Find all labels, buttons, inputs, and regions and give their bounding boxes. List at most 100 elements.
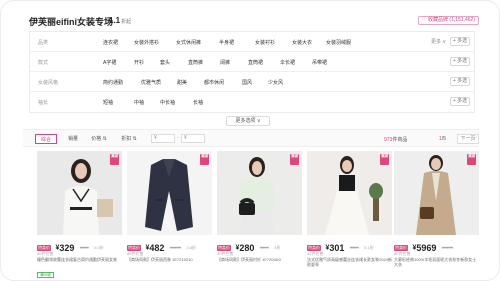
price-tag: 特卖价: [394, 244, 408, 251]
price-max-input[interactable]: ¥: [181, 134, 205, 143]
filter-option[interactable]: 甜美: [177, 79, 187, 86]
filter-option[interactable]: 女式休闲裤: [176, 39, 201, 46]
product-card[interactable]: 满减 特卖价 ¥5969 ¥9699 80件在售 大廓形经典100%羊毛双面呢大…: [394, 151, 479, 279]
price-min-input[interactable]: ¥: [151, 134, 175, 143]
filter-row-sleeve: 袖长 短袖 中袖 中长袖 长袖 + 多选: [30, 92, 474, 112]
multi-select-button[interactable]: + 多选: [450, 37, 470, 46]
multi-select-button[interactable]: + 多选: [450, 57, 470, 66]
product-card[interactable]: 满减 特卖价 ¥482 ¥1289 3.8折 80件在售 【商场同款】伊芙丽西装…: [127, 151, 212, 279]
filter-option[interactable]: 都市休闲: [204, 79, 224, 86]
promo-tag: 满减: [110, 154, 119, 165]
price-range-dash: -: [177, 135, 179, 141]
price-tag: 特卖价: [217, 244, 231, 251]
favorite-brand-button[interactable]: ♡ 收藏品牌 (1,151,462): [418, 16, 479, 25]
filter-option[interactable]: 开衫: [134, 59, 144, 66]
filter-option[interactable]: 套头: [160, 59, 170, 66]
price: 5969: [416, 242, 437, 253]
filter-option[interactable]: 半身裙: [219, 39, 234, 46]
price-line: 特卖价 ¥482 ¥1289 3.8折: [127, 239, 212, 253]
promo-tag: 满减: [200, 154, 209, 165]
price-line: 特卖价 ¥280 ¥699 4折: [217, 239, 302, 253]
product-title[interactable]: 【商场同款】伊芙丽西装 1E7219210: [127, 257, 212, 262]
sort-bar: 综合 销量 价格 ⇅ 折扣 ⇅ ¥ - ¥ 973件商品 1/5 下一页: [23, 129, 479, 147]
discount-unit: 折起: [121, 19, 132, 25]
original-price: ¥9699: [441, 245, 453, 251]
product-image[interactable]: 满减: [394, 151, 479, 235]
price: 301: [329, 242, 345, 253]
filter-option[interactable]: 吊带裙: [312, 59, 327, 66]
product-image[interactable]: 满减: [217, 151, 302, 235]
filter-row-fashion-style: 女装风格 简约通勤 优雅气质 甜美 都市休闲 国风 少女风 + 多选: [30, 72, 474, 92]
price-tag: 特卖价: [37, 244, 51, 251]
result-count-suffix: 件商品: [392, 137, 408, 143]
filter-option[interactable]: 少女风: [268, 79, 283, 86]
product-title[interactable]: 大廓形经典100%羊毛双面呢大衣秋冬新款女士大衣: [394, 257, 479, 267]
filter-option[interactable]: 女装外搭衫: [134, 39, 159, 46]
filter-option[interactable]: 直筒裤: [188, 59, 203, 66]
more-options-button[interactable]: 更多选项 ∨: [226, 116, 270, 126]
filter-option[interactable]: 连衣裙: [103, 39, 118, 46]
filter-option[interactable]: A字裙: [103, 59, 116, 66]
store-header: 伊芙丽eifini女装专场 1.1折起 ♡ 收藏品牌 (1,151,462): [29, 13, 479, 29]
store-name: 伊芙丽eifini女装专场: [29, 17, 114, 27]
price: 280: [239, 242, 255, 253]
filter-option[interactable]: 中长袖: [160, 99, 175, 106]
price-line: 特卖价 ¥5969 ¥9699: [394, 239, 479, 253]
filter-label: 品类: [38, 40, 49, 46]
product-title[interactable]: 撞色翻领收腰连衣裙复古简约通勤伊芙丽女装: [37, 257, 122, 262]
filter-option[interactable]: 短袖: [103, 99, 113, 106]
filter-option[interactable]: 女装衬衫: [255, 39, 275, 46]
page-total: /5: [441, 136, 446, 142]
filter-option[interactable]: 伞长裙: [280, 59, 295, 66]
product-image[interactable]: 满减: [37, 151, 122, 235]
filter-option[interactable]: 简约通勤: [103, 79, 123, 86]
filter-row-category: 品类 连衣裙 女装外搭衫 女式休闲裤 半身裙 女装衬衫 女装大衣 女装羽绒服 更…: [30, 32, 474, 52]
more-button[interactable]: 更多 ∨: [431, 38, 446, 45]
sort-tab-default[interactable]: 综合: [35, 134, 57, 144]
price-line: 特卖价 ¥301 ¥599 5.1折: [307, 239, 392, 253]
product-image[interactable]: 满减: [127, 151, 212, 235]
filter-option[interactable]: 直筒裙: [248, 59, 263, 66]
store-discount: 1.1折起: [109, 16, 131, 25]
result-count: 973件商品: [384, 136, 407, 143]
discount: 4折: [274, 244, 281, 250]
discount: 5.1折: [364, 244, 374, 250]
filter-option[interactable]: 阔裤: [220, 59, 230, 66]
promo-tag: 满减: [380, 154, 389, 165]
promo-tag: 满减: [467, 154, 476, 165]
price-tag: 特卖价: [307, 244, 321, 251]
sort-tab-sales[interactable]: 销量: [63, 134, 83, 144]
product-card[interactable]: 满减 特卖价 ¥301 ¥599 5.1折 41件在售 法式优雅气质高级感蕾丝连…: [307, 151, 392, 279]
original-price: ¥659: [79, 245, 89, 251]
content: 伊芙丽eifini女装专场 1.1折起 ♡ 收藏品牌 (1,151,462) 品…: [23, 9, 479, 279]
product-card[interactable]: 满减 特卖价 ¥280 ¥699 4折 30件在售 【商场同款】伊芙丽衬衫 1F…: [217, 151, 302, 279]
product-title[interactable]: 法式优雅气质高级感蕾丝连衣裙长款女装2024新款夏季: [307, 257, 392, 267]
filter-row-style: 款式 A字裙 开衫 套头 直筒裤 阔裤 直筒裙 伞长裙 吊带裙 + 多选: [30, 52, 474, 72]
filter-label: 款式: [38, 60, 49, 66]
promo-badge: 满99减: [37, 272, 54, 278]
sort-tab-price[interactable]: 价格 ⇅: [87, 134, 111, 144]
filter-panel: 品类 连衣裙 女装外搭衫 女式休闲裤 半身裙 女装衬衫 女装大衣 女装羽绒服 更…: [29, 31, 475, 113]
original-price: ¥699: [259, 245, 269, 251]
pagination: 1/5: [439, 136, 446, 142]
product-card[interactable]: 满减 特卖价 ¥329 ¥659 5.0折 50件在售 撞色翻领收腰连衣裙复古简…: [37, 151, 122, 279]
promo-tag: 满减: [290, 154, 299, 165]
filter-option[interactable]: 国风: [242, 79, 252, 86]
filter-option[interactable]: 女装大衣: [292, 39, 312, 46]
price: 482: [149, 242, 165, 253]
next-page-button[interactable]: 下一页: [457, 134, 479, 144]
multi-select-button[interactable]: + 多选: [450, 97, 470, 106]
original-price: ¥1289: [169, 245, 181, 251]
filter-label: 袖长: [38, 100, 49, 106]
multi-select-button[interactable]: + 多选: [450, 77, 470, 86]
sort-tab-discount[interactable]: 折扣 ⇅: [117, 134, 141, 144]
filter-option[interactable]: 优雅气质: [141, 79, 161, 86]
filter-option[interactable]: 中袖: [134, 99, 144, 106]
filter-option[interactable]: 长袖: [193, 99, 203, 106]
filter-label: 女装风格: [38, 80, 59, 86]
product-image[interactable]: 满减: [307, 151, 392, 235]
product-title[interactable]: 【商场同款】伊芙丽衬衫 1F7204D0: [217, 257, 302, 262]
filter-option[interactable]: 女装羽绒服: [326, 39, 351, 46]
window-frame: 伊芙丽eifini女装专场 1.1折起 ♡ 收藏品牌 (1,151,462) 品…: [0, 0, 500, 281]
discount: 5.0折: [94, 244, 104, 250]
